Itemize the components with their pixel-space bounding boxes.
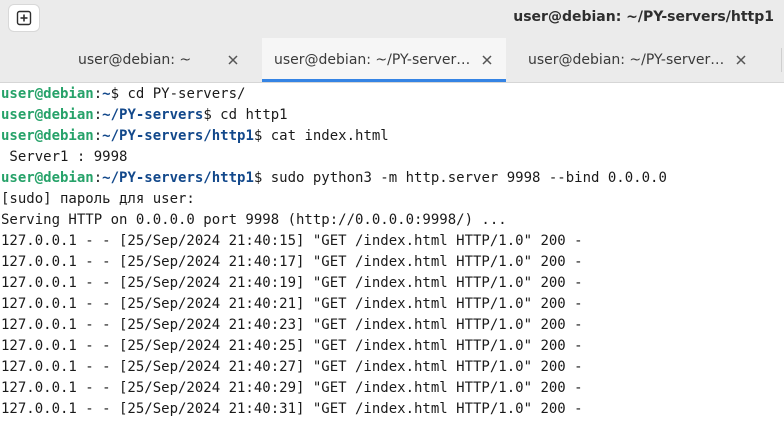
new-tab-button[interactable] (8, 4, 40, 32)
output-line: Serving HTTP on 0.0.0.0 port 9998 (http:… (1, 212, 507, 228)
prompt-user: user@debian (1, 128, 94, 144)
prompt-sep: : (93, 128, 103, 144)
tab-bar: user@debian: ~ user@debian: ~/PY-server…… (0, 38, 784, 83)
command-text: cd PY-servers/ (127, 86, 246, 102)
prompt-line: user@debian:~/PY-servers/http1$ cat inde… (1, 126, 784, 147)
new-tab-icon (16, 10, 32, 26)
log-line: 127.0.0.1 - - [25/Sep/2024 21:40:21] "GE… (1, 296, 583, 312)
prompt-path: ~/PY-servers/http1 (102, 170, 254, 186)
log-line: 127.0.0.1 - - [25/Sep/2024 21:40:29] "GE… (1, 380, 583, 396)
log-line: 127.0.0.1 - - [25/Sep/2024 21:40:23] "GE… (1, 317, 583, 333)
command-text: cd http1 (220, 107, 288, 123)
log-line: 127.0.0.1 - - [25/Sep/2024 21:40:31] "GE… (1, 401, 583, 417)
output-line: [sudo] пароль для user: (1, 191, 195, 207)
title-bar: user@debian: ~/PY-servers/http1 (0, 0, 784, 38)
tab-home[interactable]: user@debian: ~ (0, 38, 261, 82)
tab-separator (781, 48, 782, 72)
prompt-sep: : (93, 107, 103, 123)
prompt-user: user@debian (1, 170, 94, 186)
terminal-view[interactable]: user@debian:~$ cd PY-servers/ user@debia… (0, 84, 784, 421)
prompt-end: $ (110, 86, 128, 102)
command-text: sudo python3 -m http.server 9998 --bind … (270, 170, 667, 186)
tab-http1-second[interactable]: user@debian: ~/PY-server… (507, 38, 777, 82)
prompt-end: $ (253, 128, 271, 144)
prompt-end: $ (203, 107, 221, 123)
prompt-user: user@debian (1, 107, 94, 123)
prompt-line: user@debian:~$ cd PY-servers/ (1, 84, 784, 105)
command-text: cat index.html (270, 128, 389, 144)
prompt-path: ~ (102, 86, 111, 102)
close-icon[interactable] (479, 52, 495, 68)
close-icon[interactable] (733, 52, 749, 68)
prompt-user: user@debian (1, 86, 94, 102)
output-line: Server1 : 9998 (1, 149, 128, 165)
tab-http1-active[interactable]: user@debian: ~/PY-server… (262, 38, 506, 82)
tab-label: user@debian: ~/PY-server… (274, 52, 471, 68)
log-line: 127.0.0.1 - - [25/Sep/2024 21:40:19] "GE… (1, 275, 583, 291)
log-line: 127.0.0.1 - - [25/Sep/2024 21:40:27] "GE… (1, 359, 583, 375)
prompt-line: user@debian:~/PY-servers/http1$ sudo pyt… (1, 168, 784, 189)
tab-label: user@debian: ~ (78, 52, 192, 68)
prompt-sep: : (93, 86, 103, 102)
prompt-end: $ (253, 170, 271, 186)
close-icon[interactable] (225, 52, 241, 68)
tab-label: user@debian: ~/PY-server… (528, 52, 725, 68)
log-line: 127.0.0.1 - - [25/Sep/2024 21:40:17] "GE… (1, 254, 583, 270)
log-line: 127.0.0.1 - - [25/Sep/2024 21:40:25] "GE… (1, 338, 583, 354)
log-line: 127.0.0.1 - - [25/Sep/2024 21:40:15] "GE… (1, 233, 583, 249)
prompt-line: user@debian:~/PY-servers$ cd http1 (1, 105, 784, 126)
prompt-path: ~/PY-servers/http1 (102, 128, 254, 144)
prompt-sep: : (93, 170, 103, 186)
prompt-path: ~/PY-servers (102, 107, 204, 123)
window-title: user@debian: ~/PY-servers/http1 (513, 9, 774, 25)
